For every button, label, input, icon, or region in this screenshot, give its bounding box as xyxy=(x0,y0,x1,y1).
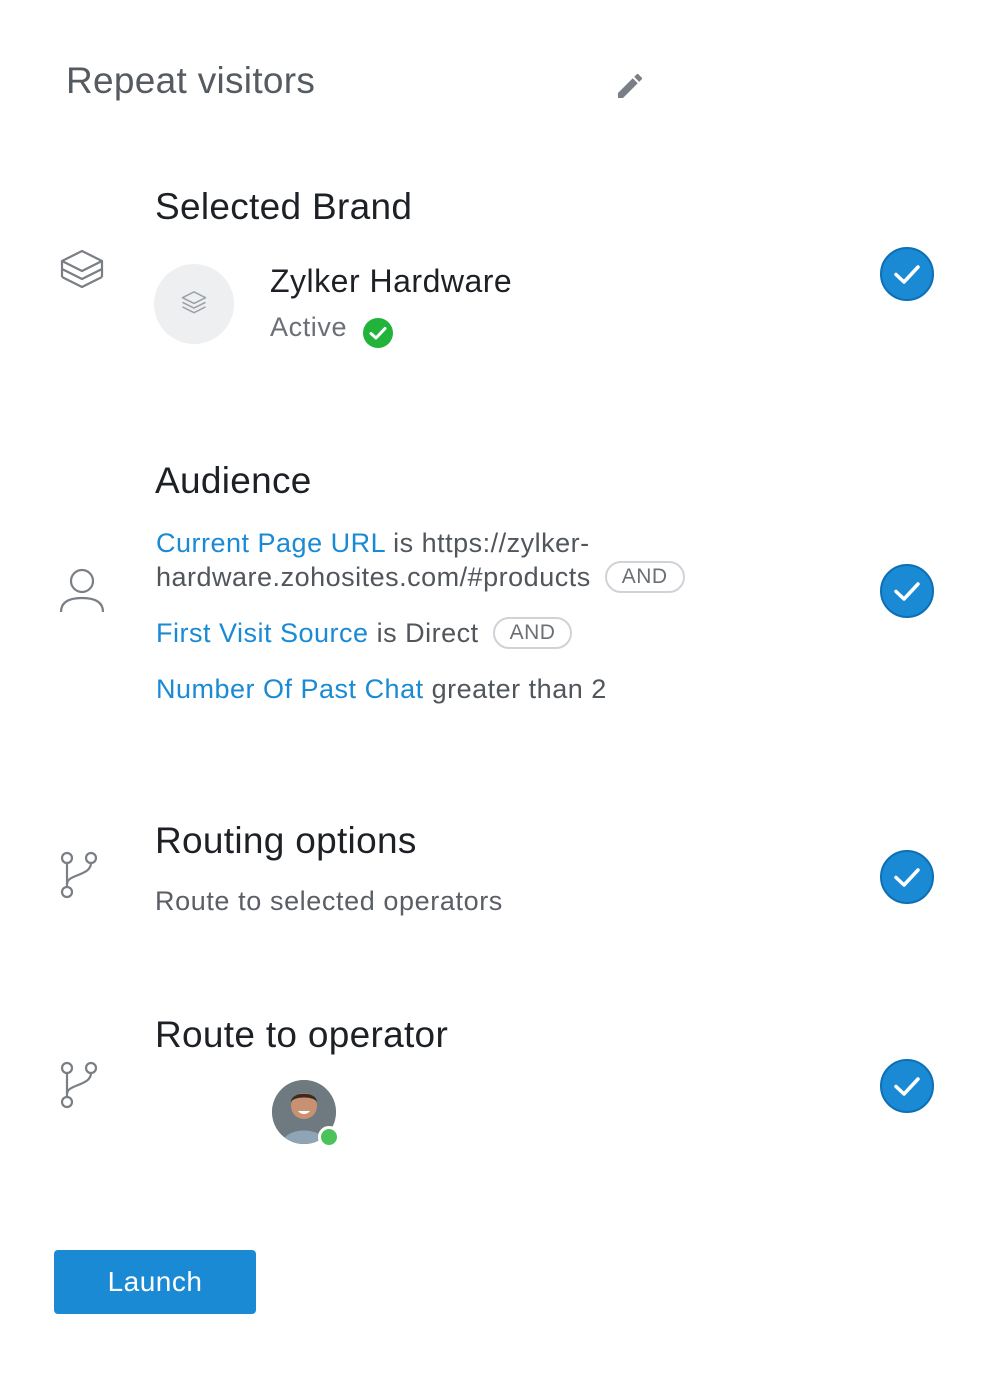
launch-button[interactable]: Launch xyxy=(54,1250,256,1314)
brand-complete-check-icon[interactable] xyxy=(879,246,935,302)
condition-operator-value: is https://zylker- xyxy=(393,528,590,558)
and-badge: AND xyxy=(604,561,685,593)
condition-value-continued: hardware.zohosites.com/#products xyxy=(156,562,591,592)
and-badge: AND xyxy=(492,617,573,649)
active-check-icon xyxy=(363,318,393,348)
audience-complete-check-icon[interactable] xyxy=(879,563,935,619)
condition-field-link[interactable]: Number Of Past Chat xyxy=(156,674,424,704)
condition-field-link[interactable]: Current Page URL xyxy=(156,528,385,558)
condition-number-of-past-chat: Number Of Past Chat greater than 2 xyxy=(156,672,607,706)
brand-logo xyxy=(154,264,234,344)
online-status-dot xyxy=(318,1126,340,1148)
routing-options-heading: Routing options xyxy=(155,820,417,861)
condition-field-link[interactable]: First Visit Source xyxy=(156,618,369,648)
brand-status-text: Active xyxy=(270,312,348,342)
brand-layers-icon xyxy=(181,291,207,314)
branch-icon xyxy=(60,1061,98,1109)
user-icon xyxy=(59,568,105,613)
routing-complete-check-icon[interactable] xyxy=(879,849,935,905)
condition-first-visit-source: First Visit Source is Direct AND xyxy=(156,616,573,650)
selected-brand-heading: Selected Brand xyxy=(155,186,413,227)
operator-complete-check-icon[interactable] xyxy=(879,1058,935,1114)
layers-icon xyxy=(60,249,104,289)
audience-heading: Audience xyxy=(155,460,312,501)
condition-operator-value: greater than 2 xyxy=(431,674,607,704)
pencil-icon[interactable] xyxy=(614,70,646,102)
brand-name: Zylker Hardware xyxy=(270,263,513,299)
route-to-operator-heading: Route to operator xyxy=(155,1014,449,1055)
branch-icon xyxy=(60,851,98,899)
condition-operator-value: is Direct xyxy=(376,618,479,648)
page-title: Repeat visitors xyxy=(66,60,316,101)
routing-description: Route to selected operators xyxy=(155,886,503,916)
condition-current-page-url: Current Page URL is https://zylker- hard… xyxy=(156,526,685,594)
